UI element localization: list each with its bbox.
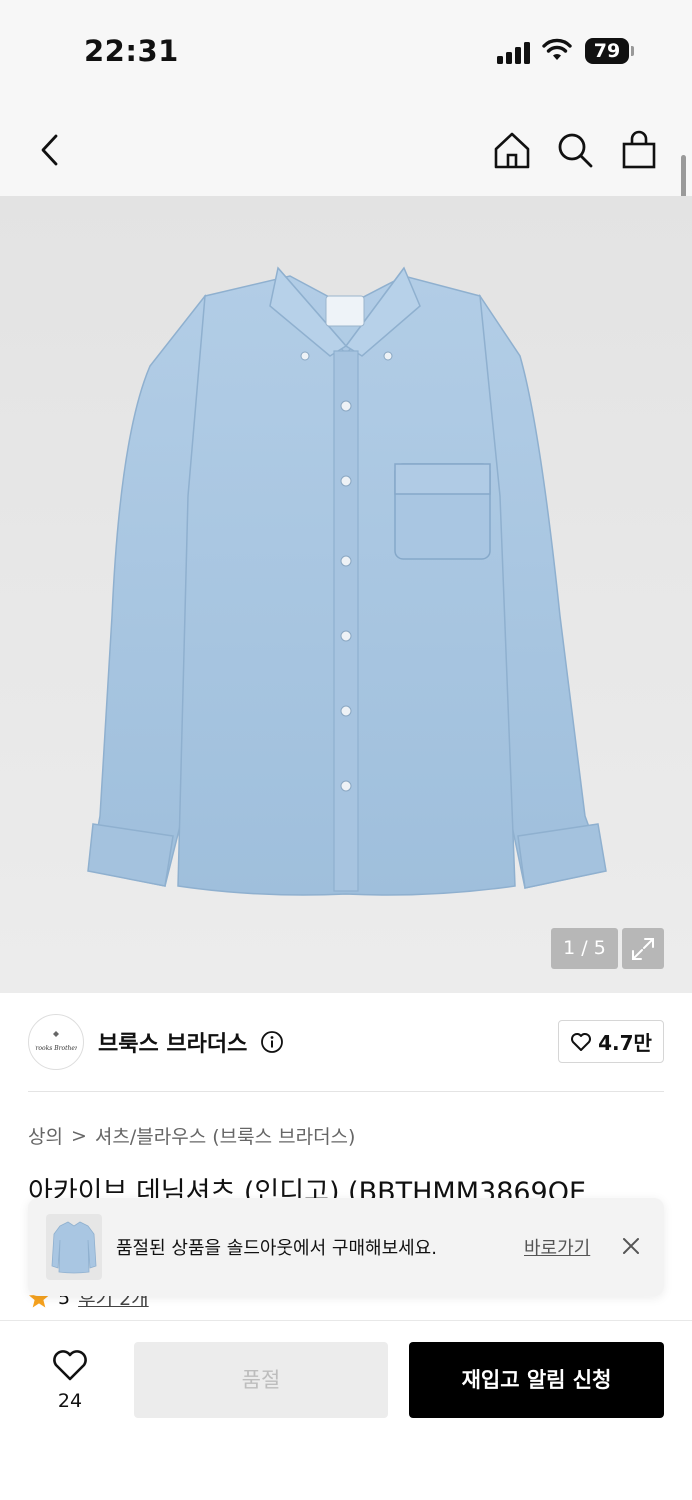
back-button[interactable]	[28, 128, 72, 172]
chevron-left-icon	[41, 134, 58, 166]
soldout-button: 품절	[134, 1342, 388, 1418]
expand-icon	[632, 937, 654, 960]
search-button[interactable]	[553, 128, 597, 172]
wifi-icon	[542, 38, 572, 60]
heart-icon	[53, 1350, 87, 1381]
restock-alert-button[interactable]: 재입고 알림 신청	[409, 1342, 664, 1418]
status-time: 22:31	[84, 34, 179, 68]
heart-icon	[571, 1032, 592, 1051]
info-icon[interactable]	[260, 1030, 284, 1054]
breadcrumb-separator: >	[70, 1124, 87, 1147]
toast-message: 품절된 상품을 솔드아웃에서 구매해보세요.	[116, 1238, 437, 1259]
close-icon[interactable]	[620, 1235, 642, 1257]
wishlist-count: 24	[57, 1390, 83, 1412]
cart-button[interactable]	[617, 128, 661, 172]
breadcrumb-level1[interactable]: 상의	[28, 1122, 63, 1149]
expand-image-button[interactable]	[622, 928, 664, 969]
svg-text:Brooks Brothers: Brooks Brothers	[35, 1045, 77, 1052]
search-icon	[558, 133, 593, 168]
breadcrumb: 상의 > 셔츠/블라우스 (브룩스 브라더스)	[28, 1122, 355, 1149]
breadcrumb-level2[interactable]: 셔츠/블라우스 (브룩스 브라더스)	[95, 1122, 356, 1149]
denim-shirt-image	[87, 266, 607, 896]
image-page-indicator: 1 / 5	[551, 928, 618, 969]
shopping-bag-icon	[622, 130, 656, 169]
toast-go-link[interactable]: 바로가기	[524, 1234, 590, 1260]
brand-like-button[interactable]: 4.7만	[558, 1020, 664, 1063]
brand-like-count: 4.7만	[598, 1031, 652, 1055]
status-bar: 22:31 79	[0, 0, 692, 100]
brand-row: Brooks Brothers 브룩스 브라더스 4.7만	[0, 1010, 692, 1090]
toast-product-thumbnail	[46, 1214, 102, 1280]
product-image-gallery[interactable]	[0, 196, 692, 993]
home-button[interactable]	[490, 128, 534, 172]
wishlist-button[interactable]: 24	[40, 1344, 100, 1416]
home-icon	[494, 132, 530, 169]
signal-icon	[497, 40, 533, 64]
brand-logo-mark: Brooks Brothers	[35, 1031, 77, 1052]
battery-level: 79	[585, 38, 629, 64]
divider	[28, 1091, 664, 1092]
brand-name[interactable]: 브룩스 브라더스	[98, 1026, 247, 1058]
brand-logo[interactable]: Brooks Brothers	[28, 1014, 84, 1070]
battery-tip	[631, 46, 634, 56]
soldout-toast: 품절된 상품을 솔드아웃에서 구매해보세요. 바로가기	[28, 1198, 664, 1296]
